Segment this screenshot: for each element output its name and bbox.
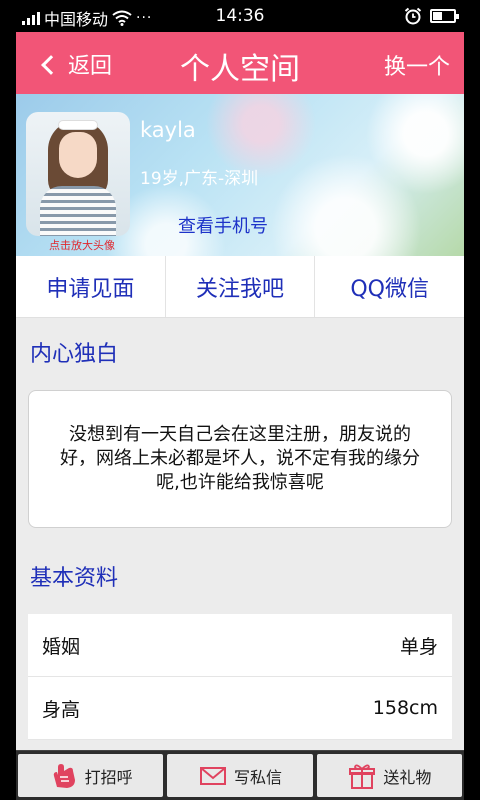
view-phone-link[interactable]: 查看手机号 bbox=[178, 212, 268, 238]
info-row-marriage: 婚姻 单身 bbox=[28, 614, 452, 677]
info-row-height: 身高 158cm bbox=[28, 677, 452, 740]
status-time: 14:36 bbox=[215, 6, 265, 26]
alarm-clock-icon bbox=[404, 7, 422, 25]
battery-level bbox=[433, 12, 442, 20]
monologue-text: 没想到有一天自己会在这里注册，朋友说的好，网络上未必都是坏人，说不定有我的缘分呢… bbox=[60, 424, 420, 493]
battery-icon bbox=[430, 9, 459, 23]
info-label: 身高 bbox=[42, 698, 81, 721]
qq-wechat-button[interactable]: QQ微信 bbox=[315, 256, 464, 317]
basic-info-table: 婚姻 单身 身高 158cm bbox=[28, 614, 452, 740]
avatar[interactable] bbox=[26, 112, 130, 236]
wave-hand-icon bbox=[53, 763, 75, 788]
monologue-title: 内心独白 bbox=[30, 342, 119, 367]
envelope-icon bbox=[199, 766, 226, 785]
action-row: 申请见面 关注我吧 QQ微信 bbox=[16, 256, 464, 318]
greet-button[interactable]: 打招呼 bbox=[18, 754, 164, 797]
profile-header: 点击放大头像 kayla 19岁,广东-深圳 查看手机号 bbox=[16, 94, 464, 256]
greet-label: 打招呼 bbox=[84, 767, 133, 787]
phone-screen: 中国移动 ··· 14:36 返回 个人空间 换一个 点击放大头像 kayla … bbox=[16, 0, 464, 800]
info-value: 单身 bbox=[399, 635, 438, 658]
basic-info-title: 基本资料 bbox=[30, 566, 119, 591]
info-value: 158cm bbox=[372, 697, 438, 719]
request-meet-button[interactable]: 申请见面 bbox=[16, 256, 166, 317]
title-bar: 返回 个人空间 换一个 bbox=[16, 32, 464, 94]
status-bar: 中国移动 ··· 14:36 bbox=[16, 0, 464, 32]
monologue-card: 没想到有一天自己会在这里注册，朋友说的好，网络上未必都是坏人，说不定有我的缘分呢… bbox=[28, 390, 452, 528]
switch-profile-button[interactable]: 换一个 bbox=[384, 49, 450, 81]
enlarge-avatar-hint[interactable]: 点击放大头像 bbox=[32, 237, 132, 253]
bottom-toolbar: 打招呼 写私信 送礼物 bbox=[16, 750, 464, 800]
follow-button[interactable]: 关注我吧 bbox=[166, 256, 316, 317]
gift-button[interactable]: 送礼物 bbox=[316, 754, 462, 797]
message-label: 写私信 bbox=[233, 767, 282, 787]
age-location: 19岁,广东-深圳 bbox=[140, 169, 259, 189]
message-button[interactable]: 写私信 bbox=[167, 754, 313, 797]
info-label: 婚姻 bbox=[42, 635, 81, 658]
gift-label: 送礼物 bbox=[383, 767, 432, 787]
nickname: kayla bbox=[140, 118, 196, 142]
gift-icon bbox=[349, 764, 376, 789]
status-right bbox=[404, 7, 459, 25]
